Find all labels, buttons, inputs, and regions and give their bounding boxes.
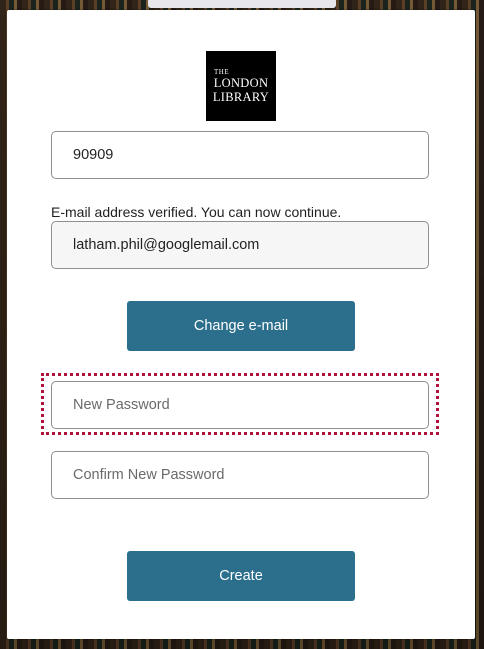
email-field[interactable]: latham.phil@googlemail.com bbox=[51, 221, 429, 269]
create-button[interactable]: Create bbox=[127, 551, 355, 601]
email-value: latham.phil@googlemail.com bbox=[73, 237, 260, 253]
verification-code-field[interactable]: 90909 bbox=[51, 131, 429, 179]
confirm-password-input[interactable] bbox=[51, 451, 429, 499]
logo-line-the: THE bbox=[214, 68, 230, 76]
change-email-button[interactable]: Change e-mail bbox=[127, 301, 355, 351]
new-password-input[interactable] bbox=[51, 381, 429, 429]
email-verified-message: E-mail address verified. You can now con… bbox=[51, 204, 342, 220]
signup-card: THE LONDON LIBRARY 90909 E-mail address … bbox=[7, 10, 475, 639]
logo-line-library: LIBRARY bbox=[212, 89, 270, 104]
top-tab-strip bbox=[148, 0, 336, 8]
verification-code-value: 90909 bbox=[73, 147, 114, 163]
logo-line-london: LONDON bbox=[213, 76, 269, 90]
london-library-logo: THE LONDON LIBRARY bbox=[206, 51, 276, 121]
